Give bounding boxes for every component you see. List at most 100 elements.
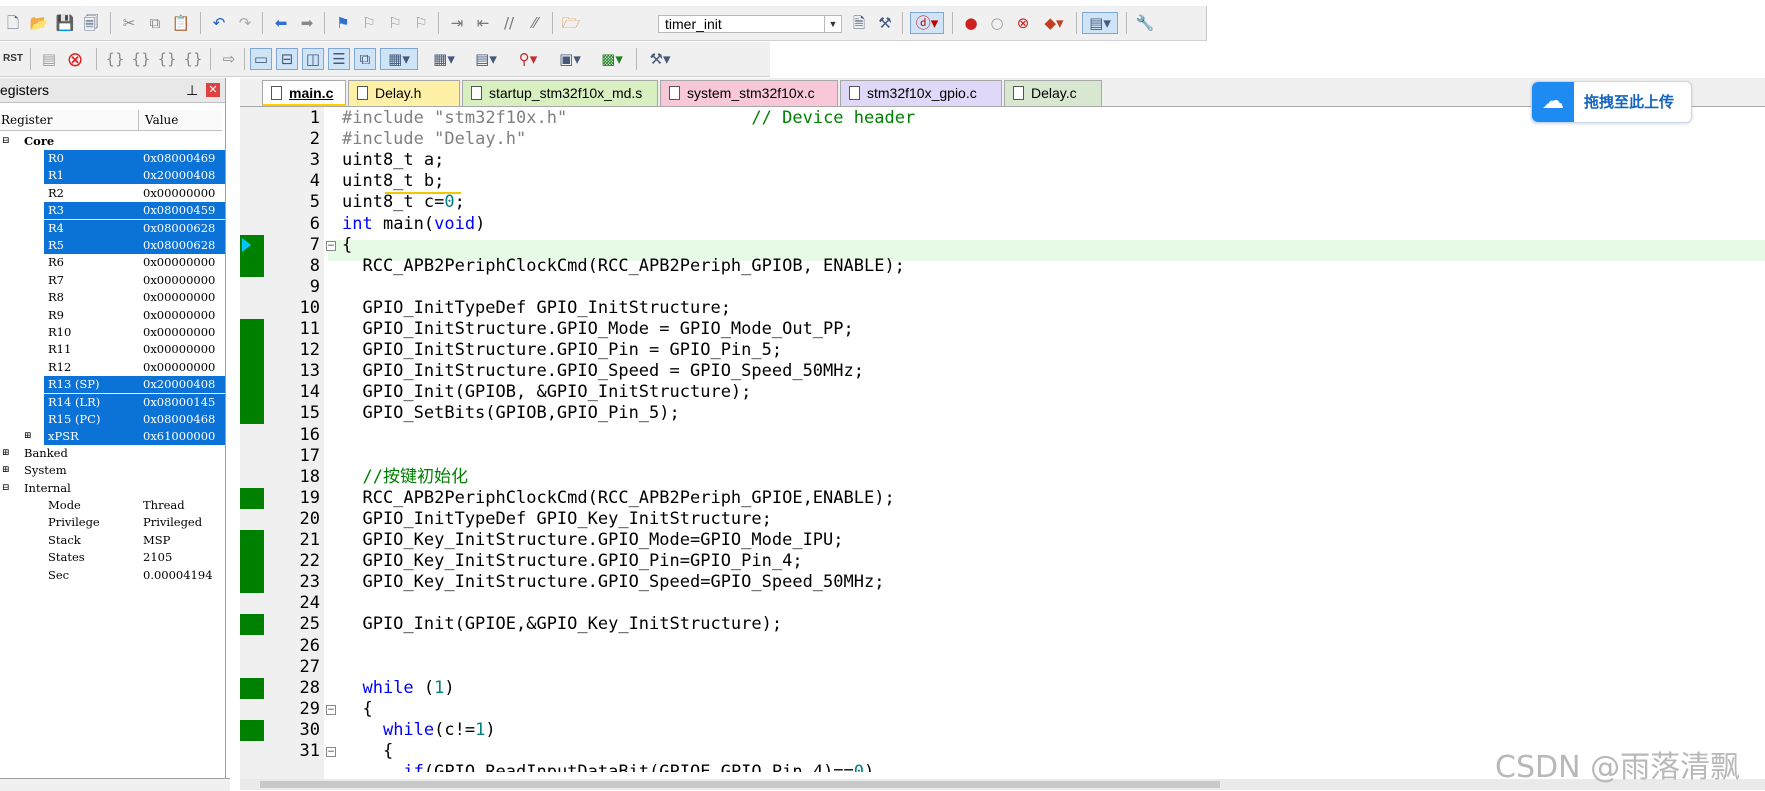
- coverage-marker[interactable]: [240, 403, 264, 425]
- code-line[interactable]: GPIO_SetBits(GPIOB,GPIO_Pin_5);: [342, 403, 679, 424]
- pin-icon[interactable]: ⊥: [186, 78, 198, 102]
- scroll-thumb[interactable]: [260, 781, 1220, 788]
- fold-toggle-icon[interactable]: −: [326, 704, 336, 715]
- breakpoint-disable-icon[interactable]: ○: [986, 12, 1008, 34]
- code-line[interactable]: #include "stm32f10x.h" // Device header: [342, 108, 915, 129]
- save-all-icon[interactable]: 🗐: [80, 12, 102, 34]
- code-line[interactable]: GPIO_InitStructure.GPIO_Mode = GPIO_Mode…: [342, 319, 853, 340]
- bottom-panel-tabs[interactable]: [0, 778, 230, 791]
- register-row[interactable]: R4 0x08000628: [0, 219, 225, 237]
- coverage-marker[interactable]: [240, 361, 264, 383]
- new-file-icon[interactable]: 🗋: [2, 12, 24, 34]
- fold-toggle-icon[interactable]: −: [326, 240, 336, 251]
- configure-icon[interactable]: ⚒: [874, 12, 896, 34]
- coverage-marker[interactable]: [240, 572, 264, 594]
- expand-icon[interactable]: ⊞: [2, 445, 10, 462]
- comment-icon[interactable]: //: [498, 12, 520, 34]
- register-value[interactable]: 0x00000000: [140, 272, 225, 289]
- tab-file[interactable]: Delay.c: [1004, 80, 1102, 106]
- code-line[interactable]: GPIO_InitStructure.GPIO_Speed = GPIO_Spe…: [342, 361, 864, 382]
- register-value[interactable]: 0x00000000: [140, 254, 225, 271]
- internal-row[interactable]: Mode Thread: [0, 497, 222, 514]
- target-options-icon[interactable]: 🗁: [560, 12, 582, 34]
- window-layout-icon[interactable]: ▤▾: [1082, 12, 1118, 34]
- chevron-down-icon[interactable]: ▼: [824, 16, 841, 32]
- breakpoint-kill-icon[interactable]: ⊗: [1012, 12, 1034, 34]
- coverage-marker[interactable]: [240, 677, 264, 699]
- system-viewer-icon[interactable]: ▩▾: [594, 48, 630, 70]
- code-line[interactable]: {: [342, 699, 372, 720]
- code-line[interactable]: uint8_t b;: [342, 171, 444, 192]
- register-value[interactable]: 0x00000000: [140, 289, 225, 306]
- internal-row[interactable]: Privilege Privileged: [0, 514, 222, 531]
- collapse-icon[interactable]: ⊟: [2, 480, 10, 497]
- coverage-marker[interactable]: [240, 530, 264, 551]
- bookmark-prev-icon[interactable]: ⚐: [358, 12, 380, 34]
- code-line[interactable]: RCC_APB2PeriphClockCmd(RCC_APB2Periph_GP…: [342, 488, 894, 509]
- coverage-marker[interactable]: [240, 719, 264, 741]
- run-to-cursor-icon[interactable]: {}: [182, 48, 204, 70]
- register-value[interactable]: 0x08000469: [140, 150, 225, 167]
- indent-icon[interactable]: ⇥: [446, 12, 468, 34]
- unindent-icon[interactable]: ⇤: [472, 12, 494, 34]
- internal-row[interactable]: Stack MSP: [0, 532, 222, 549]
- code-line[interactable]: //按键初始化: [342, 467, 467, 488]
- settings-wrench-icon[interactable]: 🔧: [1134, 12, 1156, 34]
- serial-window-icon[interactable]: ▤▾: [468, 48, 504, 70]
- watch-window-icon[interactable]: ▦▾: [380, 48, 418, 70]
- call-stack-icon[interactable]: ⧉: [354, 48, 376, 70]
- expand-icon[interactable]: ⊞: [24, 428, 32, 445]
- symbols-window-icon[interactable]: ◫: [302, 48, 324, 70]
- register-value[interactable]: 0x00000000: [140, 185, 225, 202]
- expand-icon[interactable]: ⊞: [2, 462, 10, 479]
- register-row[interactable]: R9 0x00000000: [0, 307, 222, 324]
- tab-file[interactable]: startup_stm32f10x_md.s: [462, 80, 658, 106]
- code-line[interactable]: uint8_t a;: [342, 150, 444, 171]
- tab-file[interactable]: stm32f10x_gpio.c: [840, 80, 1002, 106]
- register-row[interactable]: R14 (LR) 0x08000145: [0, 393, 225, 411]
- bookmark-next-icon[interactable]: ⚐: [384, 12, 406, 34]
- register-row[interactable]: R15 (PC) 0x08000468: [0, 411, 225, 428]
- bookmark-clear-icon[interactable]: ⚐: [410, 12, 432, 34]
- undo-icon[interactable]: ↶: [208, 12, 230, 34]
- close-icon[interactable]: ✕: [206, 83, 220, 97]
- step-out-icon[interactable]: {}: [156, 48, 178, 70]
- fold-toggle-icon[interactable]: −: [326, 747, 336, 757]
- coverage-marker[interactable]: [240, 319, 264, 340]
- code-line[interactable]: {: [342, 235, 352, 256]
- column-register[interactable]: Register: [1, 110, 52, 130]
- open-folder-icon[interactable]: 📂: [28, 12, 50, 34]
- code-line[interactable]: GPIO_Key_InitStructure.GPIO_Pin=GPIO_Pin…: [342, 551, 802, 572]
- tab-file[interactable]: Delay.h: [348, 80, 460, 106]
- register-value[interactable]: 0x08000628: [140, 237, 225, 254]
- register-row[interactable]: R3 0x08000459: [0, 202, 225, 220]
- command-window-icon[interactable]: ▭: [250, 48, 272, 70]
- nav-back-icon[interactable]: ⬅: [270, 12, 292, 34]
- copy-icon[interactable]: ⧉: [144, 12, 166, 34]
- register-value[interactable]: 0x00000000: [140, 324, 225, 341]
- show-next-statement-icon[interactable]: ⇨: [218, 48, 240, 70]
- bookmark-icon[interactable]: ⚑: [332, 12, 354, 34]
- register-value[interactable]: 0x08000468: [140, 411, 225, 428]
- register-row[interactable]: R11 0x00000000: [0, 341, 222, 358]
- stop-icon[interactable]: ⊗: [64, 48, 86, 70]
- register-row[interactable]: R7 0x00000000: [0, 272, 222, 289]
- trace-window-icon[interactable]: ▣▾: [552, 48, 588, 70]
- code-line[interactable]: {: [342, 741, 393, 762]
- find-in-files-icon[interactable]: 🗎: [848, 12, 870, 34]
- code-line[interactable]: RCC_APB2PeriphClockCmd(RCC_APB2Periph_GP…: [342, 256, 904, 277]
- register-row[interactable]: R10 0x00000000: [0, 324, 222, 341]
- code-line[interactable]: #include "Delay.h": [342, 129, 526, 150]
- code-line[interactable]: GPIO_Key_InitStructure.GPIO_Mode=GPIO_Mo…: [342, 530, 843, 551]
- run-icon[interactable]: ▤: [38, 48, 60, 70]
- coverage-marker[interactable]: [240, 382, 264, 404]
- register-row[interactable]: R0 0x08000469: [0, 150, 225, 167]
- code-line[interactable]: GPIO_Init(GPIOE,&GPIO_Key_InitStructure)…: [342, 614, 782, 635]
- collapse-icon[interactable]: ⊟: [2, 133, 10, 150]
- coverage-marker[interactable]: [240, 487, 264, 509]
- register-row[interactable]: R13 (SP) 0x20000408: [0, 376, 225, 394]
- breakpoint-icon[interactable]: ●: [960, 12, 982, 34]
- coverage-marker[interactable]: [240, 340, 264, 362]
- code-line[interactable]: GPIO_InitTypeDef GPIO_Key_InitStructure;: [342, 509, 771, 530]
- tree-node-core[interactable]: ⊟ Core: [0, 133, 222, 150]
